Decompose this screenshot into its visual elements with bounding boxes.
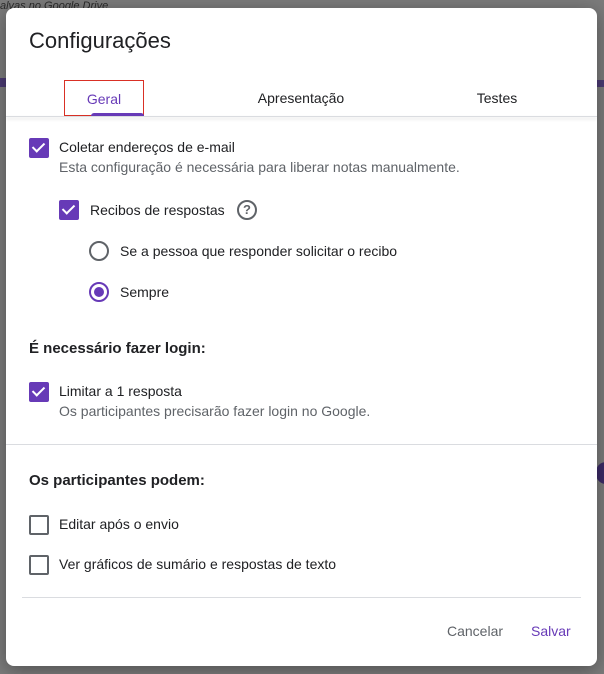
tab-testes[interactable]: Testes bbox=[457, 80, 537, 116]
settings-dialog: Configurações Geral Apresentação Testes … bbox=[6, 8, 597, 666]
receipt-always-radio[interactable] bbox=[89, 282, 109, 302]
receipt-on-request-label: Se a pessoa que responder solicitar o re… bbox=[120, 243, 398, 259]
actions-divider bbox=[22, 597, 581, 598]
save-button[interactable]: Salvar bbox=[525, 619, 577, 643]
collect-emails-label: Coletar endereços de e-mail bbox=[59, 139, 235, 155]
edit-after-submit-label: Editar após o envio bbox=[59, 516, 179, 532]
dialog-title: Configurações bbox=[29, 28, 171, 53]
receipt-on-request-radio[interactable] bbox=[89, 241, 109, 261]
see-summary-checkbox[interactable] bbox=[29, 555, 49, 575]
background-accent-right bbox=[596, 80, 604, 87]
see-summary-label: Ver gráficos de sumário e respostas de t… bbox=[59, 556, 337, 572]
tab-apresentacao[interactable]: Apresentação bbox=[236, 80, 366, 116]
login-section-title: É necessário fazer login: bbox=[29, 340, 206, 357]
participants-section-title: Os participantes podem: bbox=[29, 472, 205, 489]
tabs-divider bbox=[6, 116, 597, 117]
tab-geral[interactable]: Geral bbox=[64, 80, 144, 116]
edit-after-submit-checkbox[interactable] bbox=[29, 515, 49, 535]
response-receipts-label: Recibos de respostas bbox=[90, 202, 225, 218]
limit-one-response-label: Limitar a 1 resposta bbox=[59, 383, 182, 399]
help-circle-icon[interactable]: ? bbox=[237, 200, 257, 220]
limit-one-response-description: Os participantes precisarão fazer login … bbox=[59, 403, 371, 419]
receipt-always-label: Sempre bbox=[120, 284, 170, 300]
background-toggle-knob bbox=[596, 462, 604, 484]
collect-emails-checkbox[interactable] bbox=[29, 138, 49, 158]
cancel-button[interactable]: Cancelar bbox=[441, 619, 509, 643]
settings-tabs: Geral Apresentação Testes bbox=[6, 80, 597, 116]
limit-one-response-checkbox[interactable] bbox=[29, 382, 49, 402]
collect-emails-description: Esta configuração é necessária para libe… bbox=[59, 159, 460, 175]
response-receipts-checkbox[interactable] bbox=[59, 200, 79, 220]
section-divider bbox=[6, 444, 597, 445]
